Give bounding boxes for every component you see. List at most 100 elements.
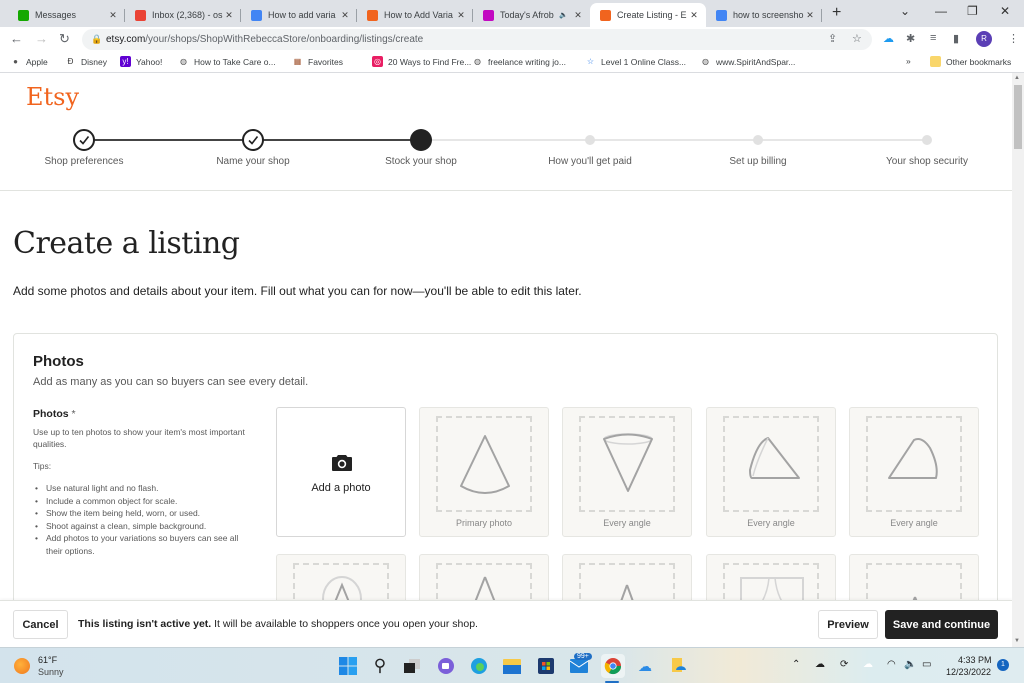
extensions-icon[interactable]: ✱ xyxy=(906,32,915,45)
weather-sun-icon[interactable] xyxy=(14,658,30,674)
minimize-button[interactable]: — xyxy=(935,4,947,18)
back-icon[interactable]: ← xyxy=(10,31,23,46)
microsoft-store-icon[interactable] xyxy=(536,656,556,676)
photos-folder-icon[interactable] xyxy=(668,656,688,676)
close-tab-icon[interactable]: ✕ xyxy=(107,10,119,21)
bookmark-item[interactable]: ◍ freelance writing jo... xyxy=(472,56,566,67)
search-icon[interactable]: ⚲ xyxy=(370,656,390,676)
browser-tab[interactable]: Inbox (2,368) - os ✕ xyxy=(125,3,241,27)
share-icon[interactable]: ⇪ xyxy=(828,29,837,50)
browser-tab[interactable]: Create Listing - E ✕ xyxy=(590,3,706,27)
browser-tab[interactable]: Today's Afrob 🔈 ✕ xyxy=(473,3,590,27)
battery-icon[interactable]: ▭ xyxy=(922,659,931,670)
step-label: Shop preferences xyxy=(44,156,124,167)
browser-tab[interactable]: Messages ✕ xyxy=(8,3,125,27)
bookmark-star-icon[interactable]: ☆ xyxy=(852,29,862,50)
onedrive-tray-icon[interactable]: ☁ xyxy=(815,659,825,670)
cloud-warning-tray-icon[interactable]: ☁ xyxy=(863,659,873,670)
preview-button[interactable]: Preview xyxy=(818,610,878,639)
task-view-icon[interactable] xyxy=(402,656,422,676)
cancel-button[interactable]: Cancel xyxy=(13,610,68,639)
tip-item: Shoot against a clean, simple background… xyxy=(33,520,248,533)
site-icon: ◎ xyxy=(372,56,383,67)
address-bar[interactable]: 🔒 etsy.com/your/shops/ShopWithRebeccaSto… xyxy=(82,29,872,50)
sync-tray-icon[interactable]: ⟳ xyxy=(840,659,848,670)
listing-action-bar: Cancel This listing isn't active yet. It… xyxy=(0,600,1012,647)
bookmark-item[interactable]: ◍ www.SpiritAndSpar... xyxy=(700,56,795,67)
apple-icon: ● xyxy=(13,57,18,66)
url-path: /your/shops/ShopWithRebeccaStore/onboard… xyxy=(145,34,424,45)
reload-icon[interactable]: ↻ xyxy=(59,31,70,47)
browser-tab[interactable]: how to screensho ✕ xyxy=(706,3,822,27)
wifi-icon[interactable]: ◠ xyxy=(887,659,896,670)
tab-title: Today's Afrob xyxy=(500,10,554,20)
close-tab-icon[interactable]: ✕ xyxy=(804,10,816,21)
photo-slot-angle[interactable]: Every angle xyxy=(849,407,979,537)
photo-slot-angle[interactable]: Every angle xyxy=(706,407,836,537)
globe-icon: ◍ xyxy=(474,57,481,66)
onedrive-extension-icon[interactable]: ☁ xyxy=(883,32,894,45)
bookmarks-bar: ● Apple Ð Disney y! Yahoo! ◍ How to Take Care o… xyxy=(0,52,1024,73)
close-tab-icon[interactable]: ✕ xyxy=(572,10,584,21)
new-tab-button[interactable]: + xyxy=(832,4,841,22)
other-bookmarks-folder[interactable]: Other bookmarks xyxy=(930,56,1011,67)
reading-list-icon[interactable]: ≡ xyxy=(930,32,936,44)
bookmark-label: How to Take Care o... xyxy=(194,56,276,67)
onedrive-taskbar-icon[interactable]: ☁ xyxy=(635,656,655,676)
close-window-button[interactable]: ✕ xyxy=(1000,4,1010,18)
notification-badge[interactable]: 1 xyxy=(997,659,1009,671)
show-hidden-icons-chevron[interactable]: ⌃ xyxy=(792,659,800,670)
volume-icon[interactable]: 🔈 xyxy=(904,659,916,670)
scrollbar-thumb[interactable] xyxy=(1014,85,1022,149)
weather-temperature[interactable]: 61°F xyxy=(38,655,57,665)
clock-time[interactable]: 4:33 PM xyxy=(958,655,992,665)
close-tab-icon[interactable]: ✕ xyxy=(688,10,700,21)
tab-title: How to Add Varia xyxy=(384,10,453,20)
bookmark-item[interactable]: ◎ 20 Ways to Find Fre... xyxy=(372,56,471,67)
other-bookmarks-label: Other bookmarks xyxy=(946,56,1012,67)
browser-tab[interactable]: How to Add Varia ✕ xyxy=(357,3,473,27)
tab-audio-icon[interactable]: 🔈 xyxy=(559,11,568,19)
weather-condition[interactable]: Sunny xyxy=(38,667,64,677)
photo-slot-angle[interactable]: Every angle xyxy=(562,407,692,537)
close-tab-icon[interactable]: ✕ xyxy=(455,10,467,21)
photos-heading: Photos xyxy=(33,353,84,370)
save-and-continue-button[interactable]: Save and continue xyxy=(885,610,998,639)
star-icon: ☆ xyxy=(586,57,595,66)
menu-kebab-icon[interactable]: ⋮ xyxy=(1008,32,1019,45)
bookmark-item[interactable]: ◍ How to Take Care o... xyxy=(178,56,276,67)
chrome-taskbar-icon[interactable] xyxy=(601,654,625,678)
bookmark-item[interactable]: ▦ Favorites xyxy=(292,56,343,67)
folder-icon xyxy=(930,56,941,67)
bookmark-item[interactable]: y! Yahoo! xyxy=(120,56,162,67)
scroll-down-arrow[interactable]: ▼ xyxy=(1014,638,1020,644)
bookmark-label: Apple xyxy=(26,56,48,67)
tab-title: Inbox (2,368) - os xyxy=(152,10,223,20)
file-explorer-icon[interactable] xyxy=(502,656,522,676)
step-done-marker xyxy=(73,129,95,151)
etsy-logo[interactable]: Etsy xyxy=(26,83,79,111)
side-panel-icon[interactable]: ▮ xyxy=(953,32,959,45)
scroll-up-arrow[interactable]: ▲ xyxy=(1014,75,1020,81)
clock-date[interactable]: 12/23/2022 xyxy=(946,667,991,677)
restore-button[interactable]: ❐ xyxy=(967,4,978,18)
bookmark-item[interactable]: ● Apple xyxy=(10,56,48,67)
close-tab-icon[interactable]: ✕ xyxy=(339,10,351,21)
tab-search-icon[interactable]: ⌄ xyxy=(900,4,910,18)
bookmark-item[interactable]: Ð Disney xyxy=(65,56,107,67)
checkmark-icon xyxy=(248,136,259,145)
tab-title: how to screensho xyxy=(733,10,804,20)
add-photo-button[interactable]: Add a photo xyxy=(276,407,406,537)
photo-slot-primary[interactable]: Primary photo xyxy=(419,407,549,537)
bookmark-item[interactable]: ☆ Level 1 Online Class... xyxy=(585,56,686,67)
forward-icon[interactable]: → xyxy=(35,31,48,46)
edge-browser-icon[interactable] xyxy=(469,656,489,676)
profile-avatar[interactable]: R xyxy=(976,31,992,47)
browser-tab[interactable]: How to add varia ✕ xyxy=(241,3,357,27)
close-tab-icon[interactable]: ✕ xyxy=(223,10,235,21)
picsart-icon xyxy=(483,9,494,21)
page-scrollbar[interactable]: ▲ ▼ xyxy=(1012,73,1024,647)
start-button[interactable] xyxy=(338,656,358,676)
bookmarks-overflow-button[interactable]: » xyxy=(906,56,911,66)
teams-chat-icon[interactable] xyxy=(436,656,456,676)
